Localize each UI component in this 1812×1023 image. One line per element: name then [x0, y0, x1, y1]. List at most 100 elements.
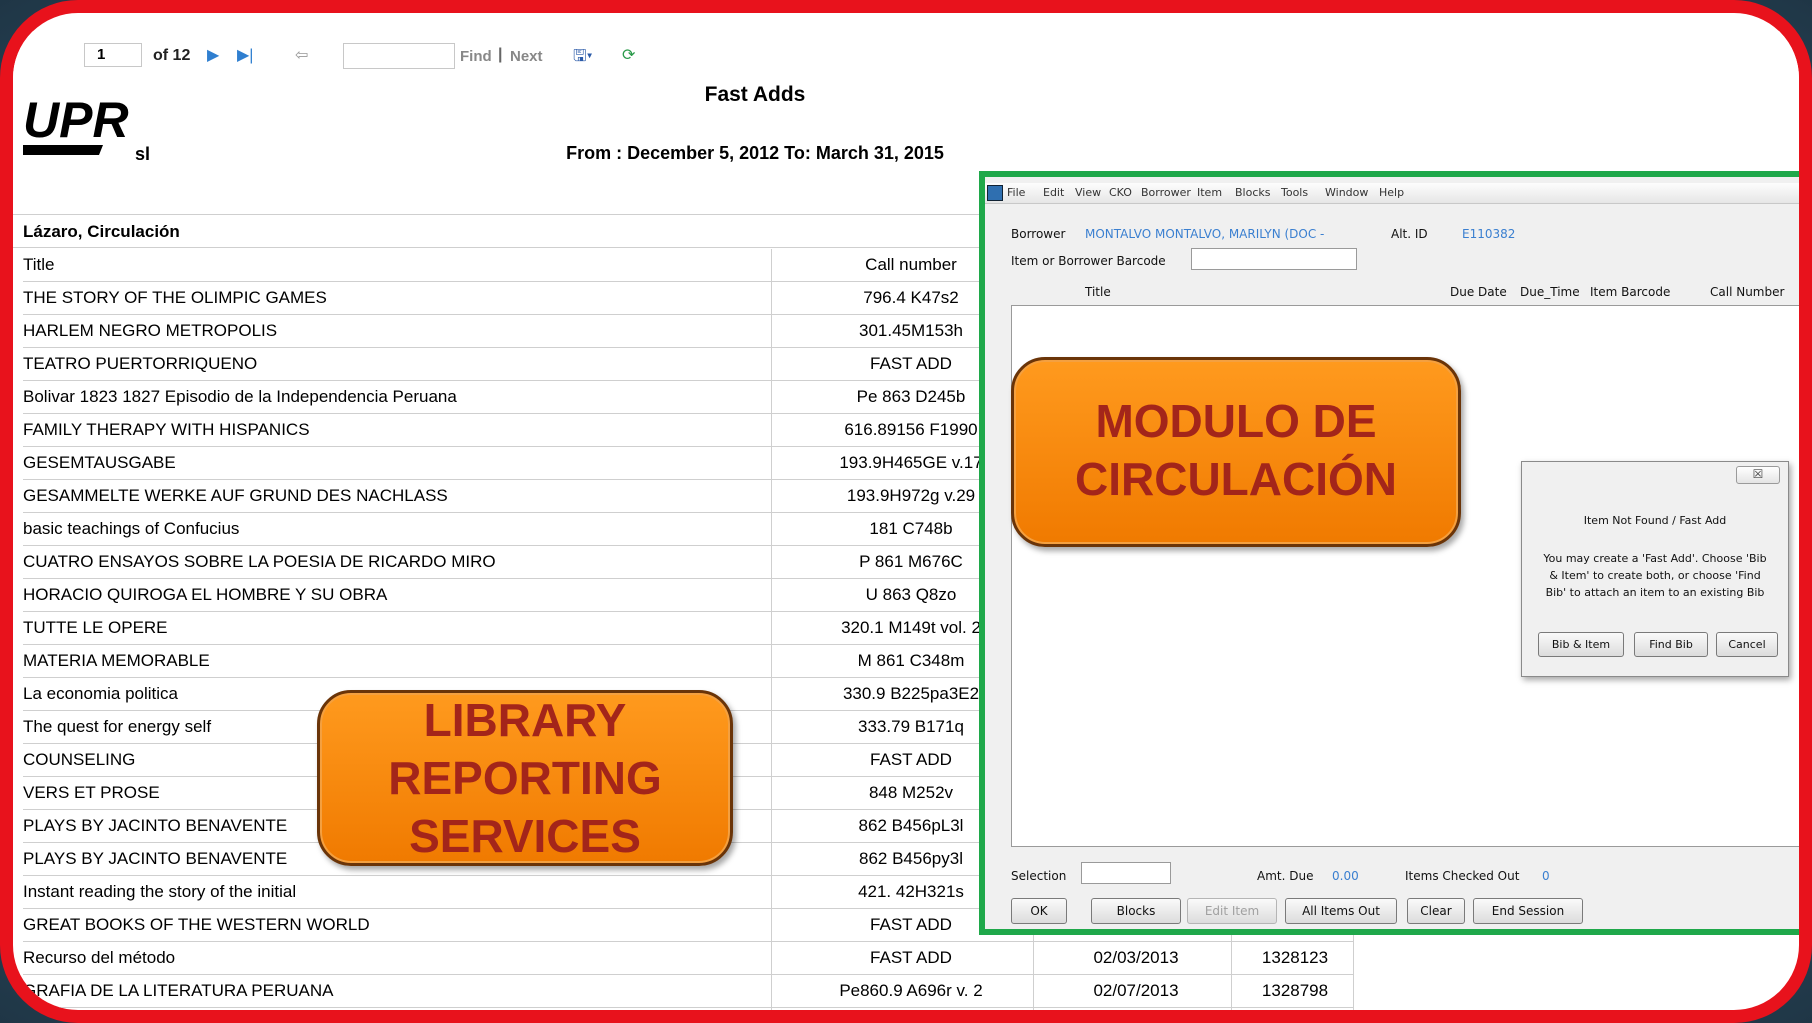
row-title: basic teachings of Confucius [23, 519, 240, 538]
menu-borrower[interactable]: Borrower [1141, 186, 1191, 199]
row-date: 02/07/2013 [1093, 981, 1179, 1000]
menu-tools[interactable]: Tools [1281, 186, 1308, 199]
list-header-title: Title [1085, 285, 1111, 299]
table-row: GRAFIA DE LA LITERATURA PERUANA Pe860.9 A… [23, 975, 1353, 1008]
list-header-call-number: Call Number [1710, 285, 1785, 299]
modulo-circulacion-callout: MODULO DE CIRCULACIÓN [1011, 357, 1461, 547]
row-date: 02/03/2013 [1093, 948, 1179, 967]
edit-item-button[interactable]: Edit Item [1187, 898, 1277, 924]
fast-add-dialog: ☒ Item Not Found / Fast Add You may crea… [1521, 461, 1789, 677]
cancel-button[interactable]: Cancel [1716, 632, 1778, 657]
menu-edit[interactable]: Edit [1043, 186, 1064, 199]
report-date-range: From : December 5, 2012 To: March 31, 20… [566, 143, 944, 163]
items-checked-out-label: Items Checked Out [1405, 869, 1520, 883]
toolbar-separator: | [498, 46, 503, 63]
callout-line: REPORTING [388, 752, 662, 804]
bib-and-item-button[interactable]: Bib & Item [1538, 632, 1624, 657]
group-header: Lázaro, Circulación [23, 222, 180, 241]
row-title: PLAYS BY JACINTO BENAVENTE [23, 816, 288, 835]
menu-blocks[interactable]: Blocks [1235, 186, 1270, 199]
export-save-icon[interactable]: 🖫▾ [573, 45, 593, 72]
last-page-icon[interactable]: ▶| [237, 45, 253, 65]
dialog-title: Item Not Found / Fast Add [1583, 514, 1727, 527]
alt-id-label: Alt. ID [1391, 227, 1428, 241]
slide-frame: 1 of 12 ▶ ▶| ⇦ Find | Next 🖫▾ ⟳ UPR sl F… [0, 0, 1812, 1023]
find-next-link[interactable]: Next [510, 48, 543, 65]
end-session-button[interactable]: End Session [1473, 898, 1583, 924]
find-bib-button[interactable]: Find Bib [1634, 632, 1708, 657]
items-checked-out-value: 0 [1542, 869, 1550, 883]
row-title: Bolivar 1823 1827 Episodio de la Indepen… [23, 387, 457, 406]
row-title: HORACIO QUIROGA EL HOMBRE Y SU OBRA [23, 585, 388, 604]
menu-help[interactable]: Help [1379, 186, 1404, 199]
row-title: PLAYS BY JACINTO BENAVENTE [23, 849, 288, 868]
back-to-parent-icon[interactable]: ⇦ [295, 45, 308, 65]
selection-input[interactable] [1081, 862, 1171, 884]
col-header-title: Title [23, 255, 55, 274]
row-call-number: FAST ADD [870, 948, 952, 967]
row-title: La economia politica [23, 684, 178, 703]
scroll-grip[interactable]: ··· [886, 1018, 898, 1023]
page-number-input[interactable]: 1 [84, 43, 142, 67]
next-page-icon[interactable]: ▶ [207, 45, 219, 65]
row-title: VERS ET PROSE [23, 783, 160, 802]
callout-line: MODULO DE [1095, 395, 1377, 447]
row-title: CUATRO ENSAYOS SOBRE LA POESIA DE RICARD… [23, 552, 496, 571]
menu-bar: File Edit View CKO Borrower Item Blocks … [985, 183, 1799, 204]
row-title: GRAFIA DE LA LITERATURA PERUANA [23, 981, 334, 1000]
row-title: FAMILY THERAPY WITH HISPANICS [23, 420, 310, 439]
menu-window[interactable]: Window [1325, 186, 1368, 199]
svg-text:UPR: UPR [23, 92, 129, 148]
callout-line: CIRCULACIÓN [1075, 453, 1397, 505]
row-title: GESEMTAUSGABE [23, 453, 176, 472]
row-barcode: 1328123 [1261, 948, 1329, 967]
report-toolbar: 1 of 12 ▶ ▶| ⇦ Find | Next 🖫▾ ⟳ [13, 31, 1799, 85]
clear-button[interactable]: Clear [1407, 898, 1465, 924]
row-title: Instant reading the story of the initial [23, 882, 297, 901]
menu-view[interactable]: View [1075, 186, 1101, 199]
close-icon[interactable]: ☒ [1736, 466, 1780, 484]
row-title: GESAMMELTE WERKE AUF GRUND DES NACHLASS [23, 486, 448, 505]
page-count-label: of 12 [153, 47, 191, 64]
borrower-name-link[interactable]: MONTALVO MONTALVO, MARILYN (DOC - [1085, 227, 1324, 241]
selection-label: Selection [1011, 869, 1067, 883]
row-title: TUTTE LE OPERE [23, 618, 168, 637]
library-reporting-services-callout: LIBRARY REPORTING SERVICES [317, 690, 733, 866]
dialog-message: You may create a 'Fast Add'. Choose 'Bib… [1543, 552, 1767, 599]
report-sl-label: sl [135, 144, 151, 164]
refresh-icon[interactable]: ⟳ [622, 45, 635, 65]
row-title: TEATRO PUERTORRIQUENO [23, 354, 258, 373]
upr-logo: UPR [23, 91, 129, 155]
blocks-button[interactable]: Blocks [1091, 898, 1181, 924]
row-title: GREAT BOOKS OF THE WESTERN WORLD [23, 915, 370, 934]
row-title: The quest for energy self [23, 717, 212, 736]
column-divider [771, 249, 772, 1010]
list-header-due-time: Due_Time [1520, 285, 1580, 299]
row-title: COUNSELING [23, 750, 136, 769]
list-header-due-date: Due Date [1450, 285, 1507, 299]
amt-due-label: Amt. Due [1257, 869, 1314, 883]
barcode-label: Item or Borrower Barcode [1011, 254, 1166, 268]
menu-file[interactable]: File [1007, 186, 1025, 199]
menu-item[interactable]: Item [1197, 186, 1222, 199]
row-title: THE STORY OF THE OLIMPIC GAMES [23, 288, 327, 307]
callout-line: LIBRARY [423, 694, 627, 746]
row-barcode: 1328798 [1261, 981, 1329, 1000]
ok-button[interactable]: OK [1011, 898, 1067, 924]
list-header-item-barcode: Item Barcode [1590, 285, 1671, 299]
menu-cko[interactable]: CKO [1109, 186, 1132, 199]
row-title: Recurso del método [23, 948, 176, 967]
report-title: Fast Adds [704, 83, 806, 106]
row-title: MATERIA MEMORABLE [23, 651, 210, 670]
amt-due-value: 0.00 [1332, 869, 1359, 883]
find-input[interactable] [343, 43, 455, 69]
alt-id-value: E110382 [1462, 227, 1516, 241]
barcode-input[interactable] [1191, 248, 1357, 270]
row-title: HARLEM NEGRO METROPOLIS [23, 321, 278, 340]
find-link[interactable]: Find [460, 48, 492, 65]
borrower-label: Borrower [1011, 227, 1066, 241]
all-items-out-button[interactable]: All Items Out [1285, 898, 1397, 924]
table-row: Recurso del método FAST ADD 02/03/2013 1328… [23, 942, 1353, 975]
callout-line: SERVICES [409, 810, 641, 862]
row-call-number: Pe860.9 A696r v. 2 [839, 981, 983, 1000]
